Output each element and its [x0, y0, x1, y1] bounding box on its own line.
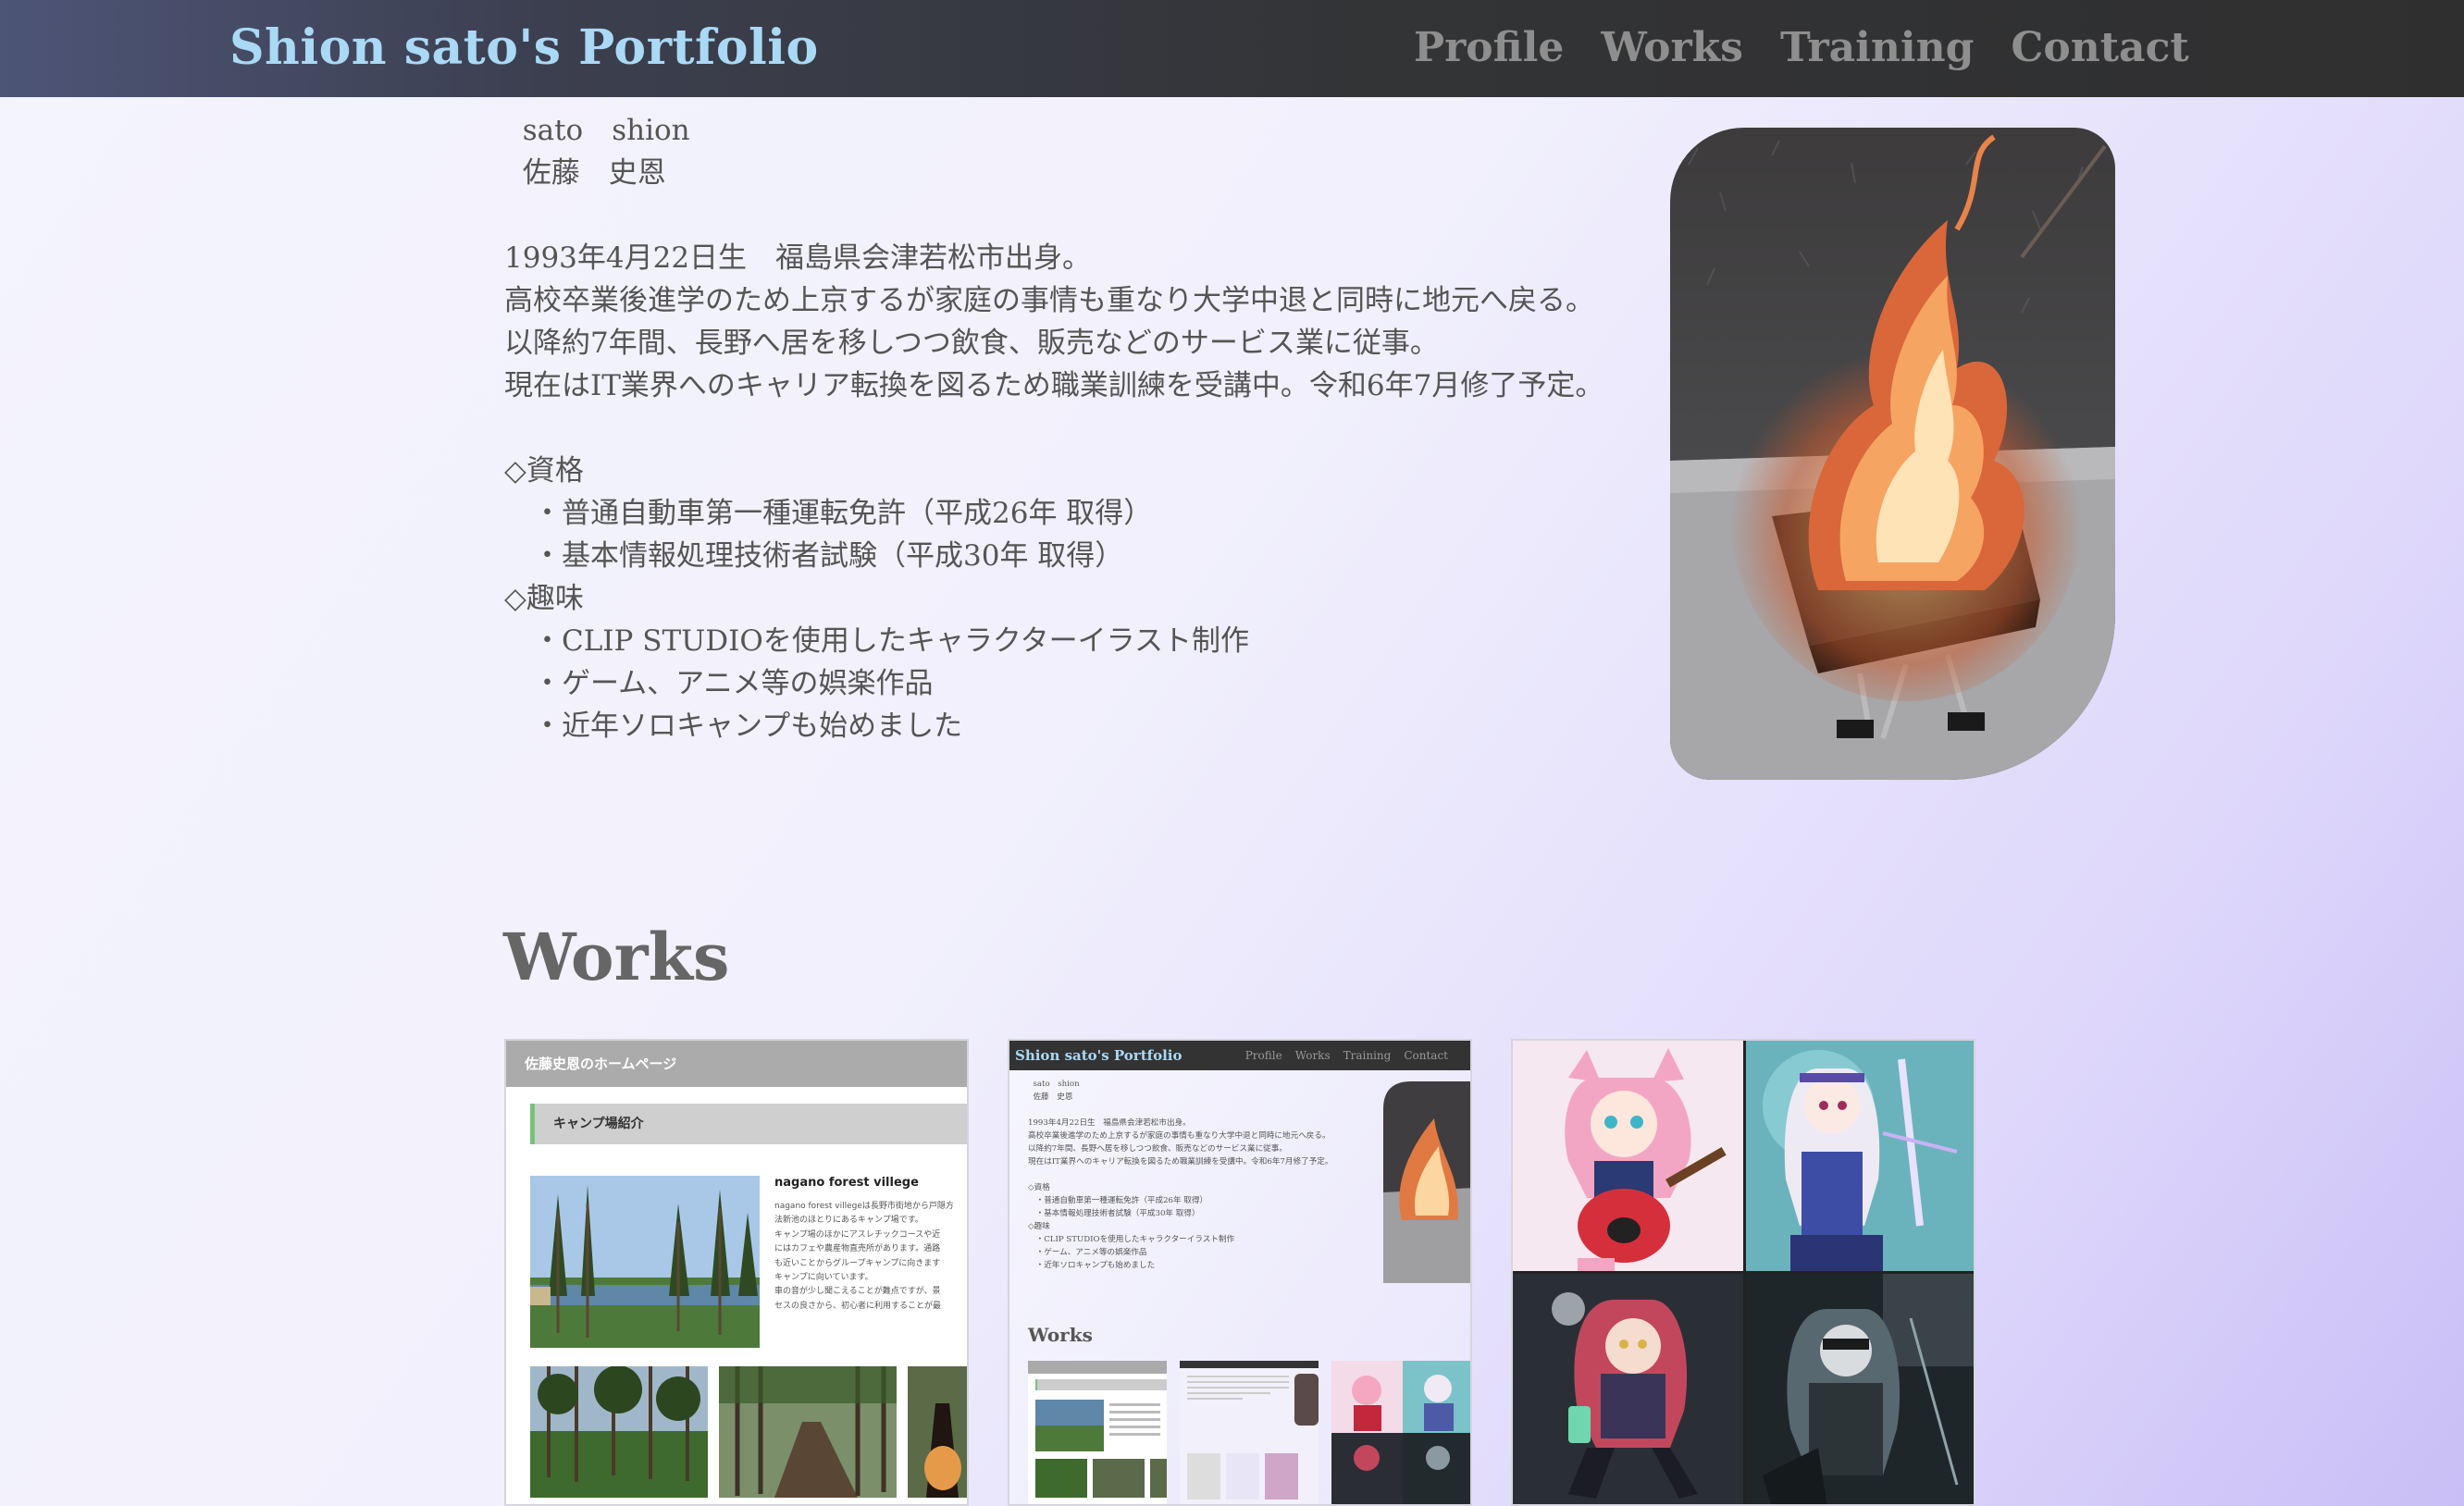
main-nav: Profile Works Training Contact: [1414, 13, 2226, 83]
mini-profile-line: ・CLIP STUDIOを使用したキャラクターイラスト制作: [1028, 1235, 1235, 1244]
mini-profile-line: 以降約7年間、長野へ居を移しつつ飲食、販売などのサービス業に従事。: [1028, 1144, 1287, 1154]
mini-profile-line: 1993年4月22日生 福島県会津若松市出身。: [1028, 1118, 1191, 1128]
qualification-item: ・普通自動車第一種運転免許（平成26年 取得）: [504, 497, 1153, 530]
mini-works-heading: Works: [1028, 1324, 1093, 1346]
nav-profile[interactable]: Profile: [1414, 13, 1564, 83]
illustration-dark-girl: [1746, 1274, 1974, 1504]
mini-profile-line: ・普通自動車第一種運転免許（平成26年 取得）: [1028, 1196, 1208, 1205]
mini-campfire-photo: [1383, 1081, 1470, 1283]
site-brand[interactable]: Shion sato's Portfolio: [229, 13, 819, 83]
profile-text: sato shion 佐藤 史恩 1993年4月22日生 福島県会津若松市出身。…: [504, 109, 1615, 747]
hobbies-heading: ◇趣味: [504, 582, 584, 615]
mini-profile-line: 高校卒業後進学のため上京するが家庭の事情も重なり大学中退と同時に地元へ戻る。: [1028, 1131, 1331, 1141]
forest-lake-photo: [530, 1176, 760, 1348]
mini-profile-line: 佐藤 史恩: [1028, 1092, 1073, 1102]
venue-text-line: キャンプに向いています。: [774, 1273, 873, 1283]
mini-work-thumb-illustrations: [1331, 1361, 1470, 1504]
venue-text-line: nagano forest villegeは長野市街地から戸隠方: [774, 1202, 954, 1211]
venue-text-line: キャンプ場のほかにアスレチックコースや近: [774, 1229, 941, 1240]
forest-path-photo: [719, 1366, 897, 1498]
mini-profile-line: ◇趣味: [1028, 1222, 1050, 1231]
profile-name-kanji: 佐藤 史恩: [504, 156, 666, 190]
hobby-item: ・近年ソロキャンプも始めました: [504, 710, 963, 743]
mini-nav-item: Profile: [1244, 1049, 1282, 1062]
venue-text-line: も近いことからグループキャンプに向きます: [774, 1258, 941, 1268]
illustrations-grid: [1513, 1041, 1974, 1504]
top-navbar: Shion sato's Portfolio Profile Works Tra…: [0, 0, 2464, 97]
qualifications-heading: ◇資格: [504, 454, 584, 488]
profile-spacer: [504, 194, 1615, 237]
nav-contact[interactable]: Contact: [2011, 13, 2188, 83]
mini-nav-item: Training: [1343, 1049, 1392, 1062]
profile-history-1: 高校卒業後進学のため上京するが家庭の事情も重なり大学中退と同時に地元へ戻る。: [504, 284, 1594, 317]
venue-description: nagano forest villegeは長野市街地から戸隠方 法新池のほとり…: [774, 1200, 967, 1314]
profile-history-3: 現在はIT業界へのキャリア転換を図るため職業訓練を受講中。令和6年7月修了予定。: [504, 369, 1604, 402]
mini-profile-text: sato shion 佐藤 史恩 1993年4月22日生 福島県会津若松市出身。…: [1028, 1078, 1380, 1272]
nav-works[interactable]: Works: [1601, 13, 1743, 83]
mini-profile-line: ・基本情報処理技術者試験（平成30年 取得）: [1028, 1209, 1200, 1218]
venue-text-line: 車の音が少し聞こえることが難点ですが、景: [774, 1287, 941, 1297]
mini-profile-line: ◇資格: [1028, 1183, 1050, 1192]
mini-nav-item: Contact: [1404, 1049, 1448, 1062]
venue-title: nagano forest villege: [774, 1176, 919, 1190]
illustration-potion-girl: [1513, 1274, 1744, 1504]
work-card-camp-site[interactable]: 佐藤史恩のホームページ キャンプ場紹介 nagano forest villeg…: [504, 1039, 969, 1506]
hobby-item: ・ゲーム、アニメ等の娯楽作品: [504, 667, 934, 700]
venue-text-line: 法新池のほとりにあるキャンプ場です。: [774, 1216, 923, 1226]
works-heading: Works: [503, 919, 730, 995]
profile-spacer: [504, 407, 1615, 450]
mini-navbar: Shion sato's Portfolio Profile Works Tra…: [1009, 1041, 1470, 1070]
venue-text-line: セスの良さから、初心者に利用することが最: [774, 1301, 942, 1311]
mini-profile-line: ・ゲーム、アニメ等の娯楽作品: [1028, 1248, 1147, 1257]
mini-profile-line: sato shion: [1028, 1080, 1080, 1089]
work-card-illustrations[interactable]: [1511, 1039, 1975, 1506]
illustration-sword-girl: [1746, 1041, 1974, 1272]
campfire-photo: [1670, 128, 2115, 780]
mini-nav: Profile Works Training Contact: [1245, 1041, 1448, 1070]
nav-training[interactable]: Training: [1780, 13, 1974, 83]
mini-nav-item: Works: [1294, 1049, 1331, 1062]
mini-profile-line: ・近年ソロキャンプも始めました: [1028, 1261, 1156, 1270]
hobby-item: ・CLIP STUDIOを使用したキャラクターイラスト制作: [504, 624, 1249, 658]
mini-profile-line: 現在はIT業界へのキャリア転換を図るため職業訓練を受講中。令和6年7月修了予定。: [1028, 1157, 1333, 1167]
profile-history-2: 以降約7年間、長野へ居を移しつつ飲食、販売などのサービス業に従事。: [504, 327, 1439, 360]
campfire-thumb-photo: [908, 1366, 967, 1498]
mini-profile-line: [1028, 1168, 1380, 1181]
illustration-guitar-girl: [1513, 1041, 1744, 1272]
mini-work-thumb-portfolio: [1180, 1361, 1319, 1504]
mini-brand: Shion sato's Portfolio: [1015, 1047, 1182, 1064]
forest-photo: [530, 1366, 708, 1498]
work-section-title: キャンプ場紹介: [530, 1104, 967, 1144]
work-site-title: 佐藤史恩のホームページ: [506, 1041, 967, 1087]
qualification-item: ・基本情報処理技術者試験（平成30年 取得）: [504, 539, 1124, 573]
venue-text-line: にはカフェや農産物直売所があります。通路: [774, 1244, 941, 1254]
mini-work-thumb-camp: [1028, 1361, 1167, 1504]
profile-name-romaji: sato shion: [504, 114, 690, 147]
work-card-portfolio[interactable]: Shion sato's Portfolio Profile Works Tra…: [1008, 1039, 1472, 1506]
mini-profile-line: [1028, 1104, 1380, 1117]
profile-birth: 1993年4月22日生 福島県会津若松市出身。: [504, 241, 1092, 275]
